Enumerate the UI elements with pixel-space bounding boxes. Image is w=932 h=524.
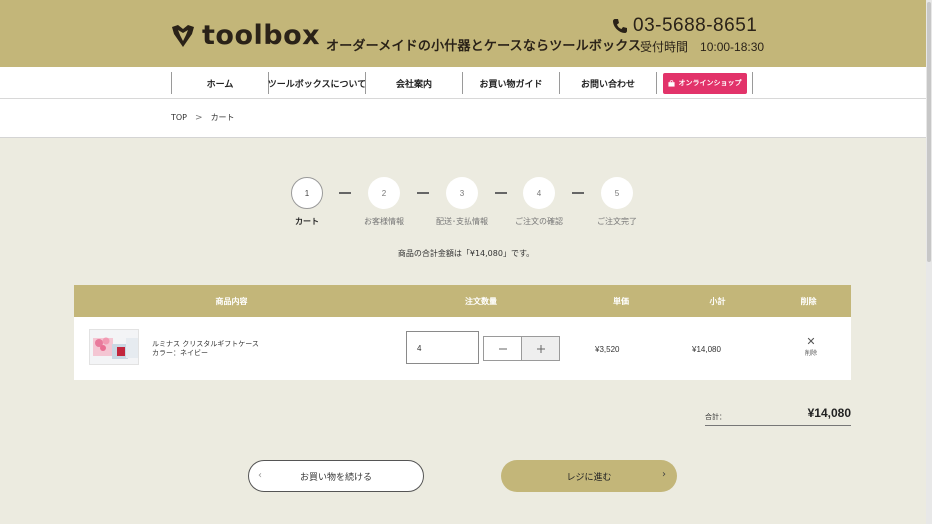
checkout-steps: 1 カート 2 お客様情報 3 配送･支払情報 4 ご注文の確認 5 ご注文完了 [290,177,650,227]
online-shop-label: オンラインショップ [678,79,742,87]
step-number: 5 [601,177,633,209]
continue-shopping-button[interactable]: ‹ お買い物を続ける [248,460,424,492]
step-label: 配送･支払情報 [436,217,488,226]
logo-text: toolbox [202,20,321,51]
step-label: カート [295,217,319,226]
business-hours: 受付時間 10:00-18:30 [640,38,764,55]
global-nav: ホーム ツールボックスについて 会社案内 お買い物ガイド お問い合わせ オンライ… [0,67,932,99]
nav-company[interactable]: 会社案内 [365,72,462,94]
cart-total-message: 商品の合計金額は「¥14,080」です。 [397,249,535,258]
cart-summary: 合計： ¥14,080 [705,404,851,426]
header-subtotal: 小計 [709,296,726,306]
step-number: 4 [523,177,555,209]
site-header: toolbox オーダーメイドの小什器とケースならツールボックス 03-5688… [0,0,932,67]
delete-item-button[interactable]: ✕ 削除 [800,335,822,357]
step-customer-info: 2 お客様情報 [349,177,419,227]
unit-price: ¥3,520 [595,345,620,354]
phone-icon [613,19,627,33]
online-shop-button[interactable]: オンラインショップ [662,72,747,94]
cart-table: 商品内容 注文数量 単価 小計 削除 ルミナス クリスタルギフトケース カラー：… [74,285,851,380]
table-row: ルミナス クリスタルギフトケース カラー：ネイビー 4 ¥3,520 ¥14,0… [74,317,851,380]
delete-label: 削除 [804,350,817,357]
step-cart: 1 カート [272,177,342,227]
step-number: 3 [446,177,478,209]
step-label: お客様情報 [364,217,404,226]
phone-number-text: 03-5688-8651 [633,15,758,36]
site-logo[interactable]: toolbox [170,22,320,49]
header-qty: 注文数量 [465,296,497,306]
step-label: ご注文完了 [597,217,637,226]
site-tagline: オーダーメイドの小什器とケースならツールボックス [326,39,642,54]
increase-quantity-button[interactable] [522,337,559,360]
shopping-bag-icon [667,79,675,87]
chevron-right-icon: › [662,469,666,480]
breadcrumb-separator-icon: > [195,112,203,123]
nav-about[interactable]: ツールボックスについて [268,72,366,94]
product-image [90,330,138,364]
nav-shop-wrap: オンラインショップ [656,72,753,94]
proceed-to-checkout-label: レジに進む [566,472,612,483]
nav-contact[interactable]: お問い合わせ [559,72,656,94]
breadcrumb-current: カート [210,113,235,122]
total-value: ¥14,080 [807,406,851,420]
breadcrumb: TOP > カート [0,99,932,138]
product-info: ルミナス クリスタルギフトケース カラー：ネイビー [152,340,259,358]
nav-shopping-guide[interactable]: お買い物ガイド [462,72,559,94]
minus-icon [498,348,507,349]
quantity-stepper [483,336,560,361]
header-unit-price: 単価 [613,296,629,306]
toolbox-logo-icon [172,24,194,47]
breadcrumb-top-link[interactable]: TOP [171,113,187,122]
step-label: ご注文の確認 [515,217,563,226]
step-shipping-payment: 3 配送･支払情報 [427,177,497,227]
total-label: 合計： [705,413,726,421]
hours-label: 受付時間 [640,40,689,54]
step-number: 1 [291,177,323,209]
plus-icon [536,344,545,353]
product-thumbnail[interactable] [89,329,139,365]
header-item: 商品内容 [215,296,248,306]
proceed-to-checkout-button[interactable]: レジに進む › [501,460,677,492]
product-name[interactable]: ルミナス クリスタルギフトケース [152,340,259,349]
phone-number[interactable]: 03-5688-8651 [612,15,757,37]
scrollbar-thumb[interactable] [927,2,931,262]
quantity-input[interactable]: 4 [406,331,479,364]
hours-value: 10:00-18:30 [700,40,765,54]
cart-table-header: 商品内容 注文数量 単価 小計 削除 [74,285,851,317]
step-order-complete: 5 ご注文完了 [582,177,652,227]
close-icon: ✕ [806,335,816,348]
step-order-confirm: 4 ご注文の確認 [504,177,574,227]
chevron-left-icon: ‹ [258,470,262,481]
nav-home[interactable]: ホーム [171,72,268,94]
header-delete: 削除 [800,296,817,306]
decrease-quantity-button[interactable] [484,337,522,360]
line-subtotal: ¥14,080 [692,345,721,354]
continue-shopping-label: お買い物を続ける [299,472,372,483]
step-number: 2 [368,177,400,209]
product-variant: カラー：ネイビー [152,349,208,357]
